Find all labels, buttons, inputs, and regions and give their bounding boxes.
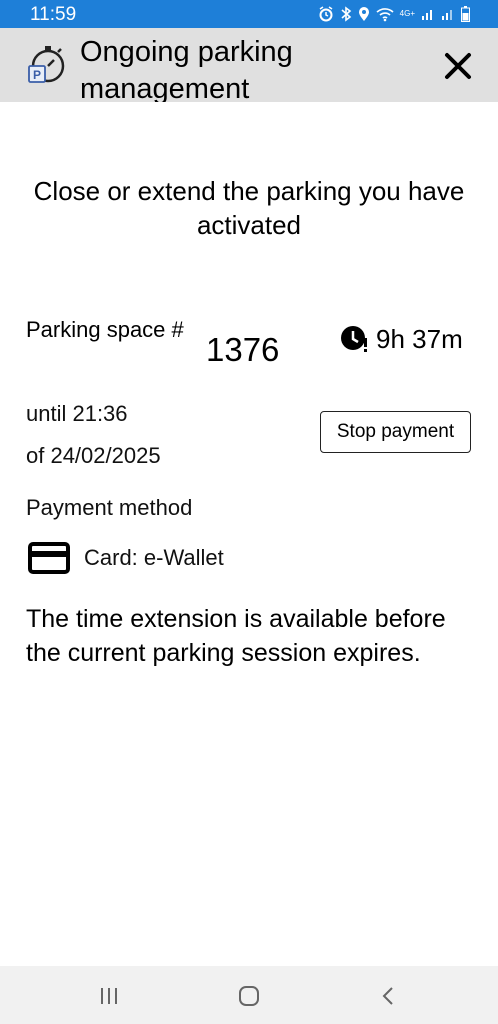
bluetooth-icon xyxy=(341,6,351,22)
end-date: of 24/02/2025 xyxy=(26,443,161,468)
credit-card-icon xyxy=(28,542,70,574)
alarm-icon xyxy=(319,6,333,22)
remaining-time: 9h 37m xyxy=(340,323,463,355)
payment-method-label: Payment method xyxy=(26,495,193,520)
signal-icon-2 xyxy=(442,10,452,20)
battery-icon xyxy=(461,6,470,22)
status-icons: 4G+ xyxy=(318,4,470,24)
signal-icon xyxy=(422,10,432,20)
stop-payment-button[interactable]: Stop payment xyxy=(320,411,471,453)
network-type: 4G+ xyxy=(399,9,415,18)
status-bar: 11:59 4G+ xyxy=(0,0,498,28)
app-header: P Ongoing parking management xyxy=(0,28,498,102)
home-icon[interactable] xyxy=(237,984,261,1008)
svg-text:P: P xyxy=(33,68,41,82)
clock-alert-icon xyxy=(341,326,367,352)
subtitle: Close or extend the parking you have act… xyxy=(33,176,465,240)
page-title: Ongoing parking management xyxy=(80,36,293,102)
parking-space-number: 1376 xyxy=(206,331,280,368)
payment-card-row: Card: e-Wallet xyxy=(28,542,224,574)
remaining-time-text: 9h 37m xyxy=(376,324,463,354)
extension-info-text: The time extension is available before t… xyxy=(26,605,446,667)
close-button[interactable] xyxy=(438,46,478,86)
end-time: until 21:36 xyxy=(26,401,128,426)
status-time: 11:59 xyxy=(30,4,77,25)
location-icon xyxy=(358,7,369,21)
parking-space-label: Parking space # xyxy=(26,317,184,342)
recent-apps-icon[interactable] xyxy=(97,984,121,1008)
navigation-bar xyxy=(0,966,498,1024)
back-icon[interactable] xyxy=(377,984,401,1008)
close-icon[interactable] xyxy=(443,51,473,81)
parking-timer-icon: P xyxy=(28,46,65,83)
payment-card-text: Card: e-Wallet xyxy=(84,545,224,570)
wifi-icon xyxy=(376,8,394,22)
